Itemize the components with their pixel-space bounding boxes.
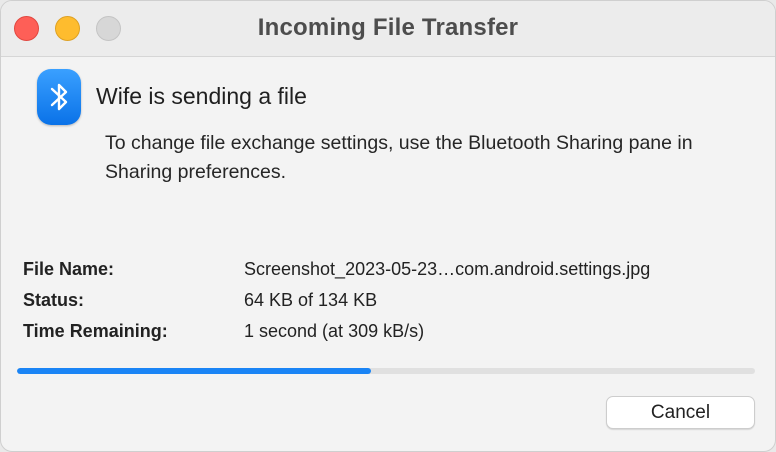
status-value: 64 KB of 134 KB [244,290,378,310]
time-remaining-label: Time Remaining: [23,321,168,341]
transfer-progress-fill [17,368,372,374]
time-remaining-value: 1 second (at 309 kB/s) [244,321,425,341]
window-title: Incoming File Transfer [257,14,519,41]
transfer-info-text: To change file exchange settings, use th… [105,132,693,183]
title-bar: Incoming File Transfer [1,1,775,57]
file-transfer-window: Incoming File Transfer Wife is sending a… [0,0,776,452]
bluetooth-icon [37,69,81,125]
file-name-label: File Name: [23,259,115,279]
transfer-headline: Wife is sending a file [96,83,307,109]
file-name-value: Screenshot_2023-05-23…com.android.settin… [244,259,651,279]
cancel-button[interactable]: Cancel [606,396,755,429]
status-label: Status: [23,290,85,310]
transfer-progress-bar [17,368,755,374]
